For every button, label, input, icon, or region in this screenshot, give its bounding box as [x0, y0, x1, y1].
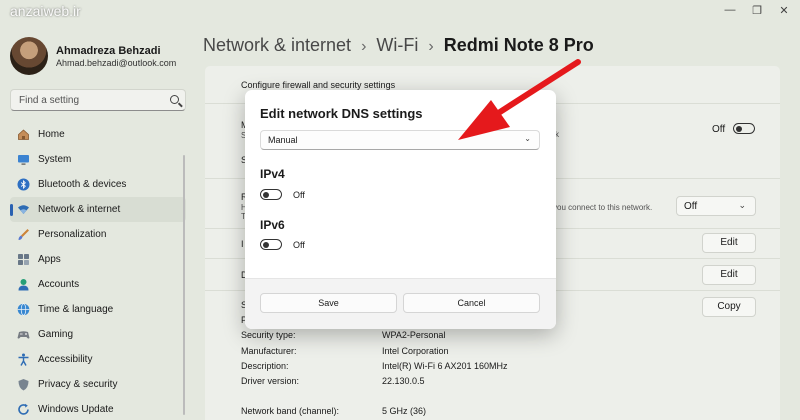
annotation-arrow-icon: [458, 59, 581, 140]
